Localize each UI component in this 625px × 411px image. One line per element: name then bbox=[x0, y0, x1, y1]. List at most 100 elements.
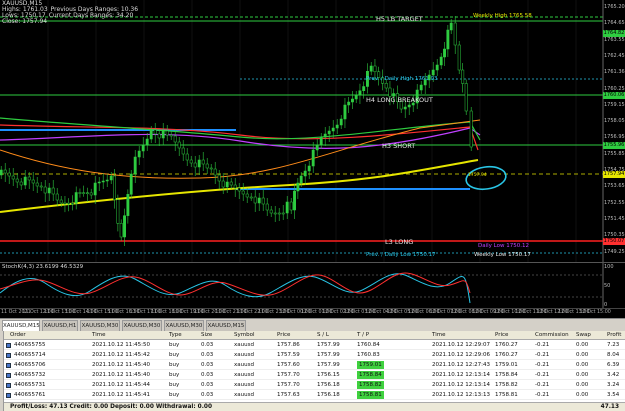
column-header[interactable]: Swap bbox=[576, 332, 591, 338]
column-header[interactable]: Profit bbox=[607, 332, 621, 338]
candle-body bbox=[469, 110, 473, 148]
order-row[interactable]: 440655732 2021.10.12 11:45:40 buy 0.03 xauus… bbox=[4, 371, 625, 380]
order-cell: 1756.18 bbox=[317, 382, 340, 388]
candle-body bbox=[273, 212, 277, 215]
order-row[interactable]: 440655755 2021.10.12 11:45:50 buy 0.03 xauus… bbox=[4, 341, 625, 350]
order-cell: 1757.70 bbox=[277, 372, 300, 378]
order-cell: 440655731 bbox=[14, 382, 46, 388]
candle-body bbox=[369, 65, 373, 72]
candle-body bbox=[213, 168, 217, 176]
order-row[interactable]: 440655761 2021.10.12 11:45:41 buy 0.03 xauus… bbox=[4, 391, 625, 400]
column-header[interactable]: Price bbox=[277, 332, 290, 338]
info-line-3: Close: 1757.94 bbox=[2, 18, 48, 25]
candle-body bbox=[464, 83, 468, 112]
order-cell: 1758.84 bbox=[357, 371, 384, 379]
price-chart[interactable]: XAUUSD,M15 Highs: 1761.03 Previous Days R… bbox=[0, 0, 625, 262]
candle-body bbox=[185, 153, 189, 161]
chart-tabs: XAUUSD,M15 XAUUSD,H1 XAUUSD,M30 XAUUSD,M30 X… bbox=[0, 318, 625, 331]
candle-body bbox=[116, 199, 120, 224]
order-cell: 0.00 bbox=[576, 352, 589, 358]
time-axis: 11 Oct 2021 11 Oct 12:00 11 Oct 13:00 11 Oc… bbox=[0, 308, 625, 318]
order-cell: 0.00 bbox=[576, 362, 589, 368]
time-axis-label: 12 Oct 15:00 bbox=[579, 310, 611, 315]
candle-body bbox=[165, 130, 169, 136]
candle-body bbox=[449, 22, 453, 31]
candle-body bbox=[19, 181, 23, 186]
candle-body bbox=[51, 187, 55, 195]
candle-body bbox=[173, 135, 177, 143]
price-axis-label: 1764.65 bbox=[604, 20, 625, 27]
balance-summary: Profit/Loss: 47.13 Credit: 0.00 Deposit:… bbox=[10, 404, 212, 410]
candle-body bbox=[105, 179, 109, 182]
column-header[interactable]: Size bbox=[201, 332, 212, 338]
order-row[interactable]: 440655706 2021.10.12 11:45:40 buy 0.03 xauus… bbox=[4, 361, 625, 370]
candle-body bbox=[63, 202, 67, 205]
price-axis-label: 1756.95 bbox=[604, 134, 625, 141]
candle-body bbox=[23, 176, 27, 186]
order-icon bbox=[6, 383, 11, 388]
candle-body bbox=[407, 104, 411, 108]
candle-body bbox=[161, 130, 165, 139]
chart-tab[interactable]: XAUUSD,M15 bbox=[206, 320, 246, 331]
candle-body bbox=[149, 129, 153, 140]
order-cell: 0.00 bbox=[576, 382, 589, 388]
order-row[interactable]: 440655714 2021.10.12 11:45:42 buy 0.03 xauus… bbox=[4, 351, 625, 360]
chart-tab[interactable]: XAUUSD,H1 bbox=[42, 320, 78, 331]
price-axis-label: 1755.85 bbox=[604, 150, 625, 157]
order-row[interactable]: 440655731 2021.10.12 11:45:44 buy 0.03 xauus… bbox=[4, 381, 625, 390]
stochastic-panel[interactable]: StochK(4,3) 23.6199 46.5329 100 50 0 bbox=[0, 262, 625, 309]
order-cell: 440655714 bbox=[14, 352, 46, 358]
order-cell: 1759.01 bbox=[495, 362, 518, 368]
stoch-signal-line bbox=[0, 272, 471, 296]
order-cell: 1758.81 bbox=[495, 392, 518, 398]
order-cell: 3.42 bbox=[607, 372, 620, 378]
column-header[interactable]: Commission bbox=[535, 332, 569, 338]
osc-axis-mid: 50 bbox=[604, 283, 611, 289]
chart-canvas[interactable] bbox=[0, 0, 625, 262]
price-tag: 1750.07 bbox=[603, 238, 625, 245]
candle-body bbox=[453, 22, 457, 46]
column-header[interactable]: T / P bbox=[357, 332, 369, 338]
stochastic-label: StochK(4,3) 23.6199 46.5329 bbox=[2, 264, 84, 270]
terminal-header: Order Time Type Size Symbol Price S / L T / P Ti… bbox=[4, 331, 625, 340]
candle-body bbox=[419, 84, 423, 91]
order-cell: 440655761 bbox=[14, 392, 46, 398]
chart-tab[interactable]: XAUUSD,M30 bbox=[164, 320, 204, 331]
order-cell: -0.21 bbox=[535, 372, 550, 378]
order-cell: 1758.81 bbox=[357, 391, 384, 399]
column-header[interactable]: Type bbox=[169, 332, 182, 338]
order-cell: 440655755 bbox=[14, 342, 46, 348]
order-cell: 1757.99 bbox=[317, 362, 340, 368]
column-header[interactable]: Symbol bbox=[234, 332, 255, 338]
candle-body bbox=[93, 182, 97, 196]
order-cell: xauusd bbox=[234, 362, 254, 368]
order-cell: 0.03 bbox=[201, 352, 214, 358]
candle-body bbox=[35, 182, 39, 187]
prev-daily-high-label: Prev. / Daily High 1761.03 bbox=[366, 76, 438, 82]
candle-body bbox=[269, 209, 273, 214]
candle-body bbox=[384, 83, 388, 89]
chart-tab[interactable]: XAUUSD,M30 bbox=[80, 320, 120, 331]
column-header[interactable]: Price bbox=[495, 332, 508, 338]
candle-body bbox=[335, 124, 339, 129]
total-profit: 47.13 bbox=[600, 404, 619, 410]
order-cell: 2021.10.12 11:45:50 bbox=[92, 342, 150, 348]
column-header[interactable]: S / L bbox=[317, 332, 329, 338]
price-tag: 1755.96 bbox=[603, 142, 625, 149]
chart-tab[interactable]: XAUUSD,M15 bbox=[2, 320, 40, 331]
candle-body bbox=[245, 193, 249, 198]
order-cell: 1757.99 bbox=[317, 352, 340, 358]
chart-tab[interactable]: XAUUSD,M30 bbox=[122, 320, 162, 331]
column-header[interactable]: Order bbox=[10, 332, 26, 338]
candle-body bbox=[67, 202, 71, 205]
column-header[interactable]: Time bbox=[432, 332, 445, 338]
h4-label: H4 LONG BREAKOUT bbox=[366, 96, 433, 104]
candle-body bbox=[86, 192, 89, 194]
candle-body bbox=[15, 178, 19, 183]
order-icon bbox=[6, 373, 11, 378]
order-cell: 2021.10.12 12:13:13 bbox=[432, 392, 490, 398]
column-header[interactable]: Time bbox=[92, 332, 105, 338]
order-cell: xauusd bbox=[234, 342, 254, 348]
candle-body bbox=[39, 185, 43, 188]
weekly-high-label: Weekly High 1765.58 bbox=[473, 13, 532, 19]
